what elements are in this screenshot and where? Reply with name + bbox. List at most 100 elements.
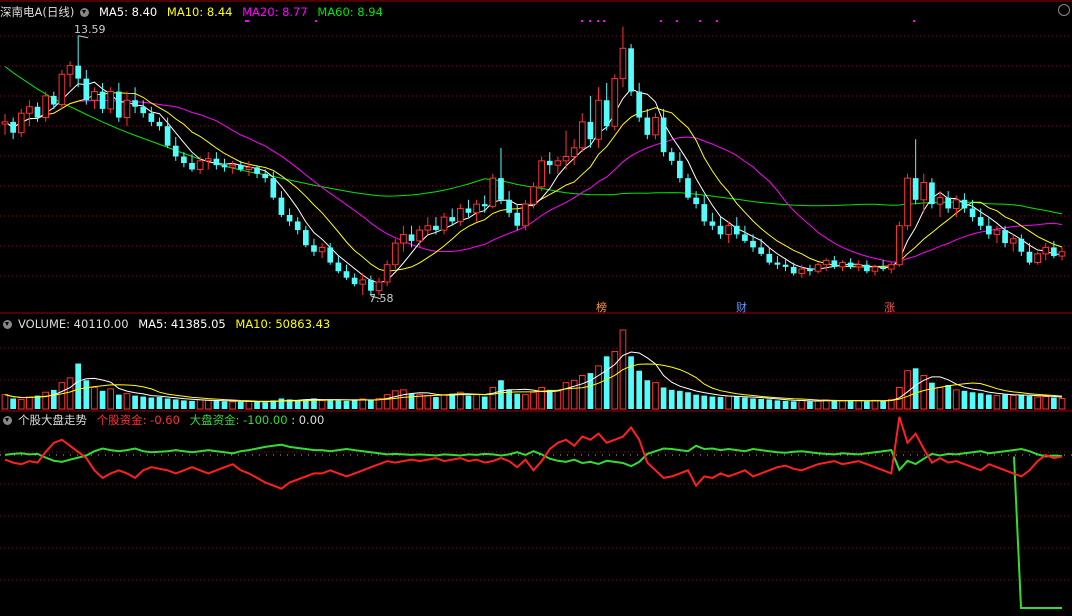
volume-bar bbox=[839, 400, 846, 410]
candle-body bbox=[449, 217, 456, 222]
candle-body bbox=[140, 106, 147, 114]
signal-dot bbox=[913, 20, 915, 22]
signal-dot bbox=[603, 20, 605, 22]
candle-body bbox=[156, 121, 163, 127]
candle-body bbox=[91, 91, 98, 101]
volume-bar bbox=[587, 373, 594, 409]
event-tag-bang[interactable]: 榜 bbox=[594, 301, 609, 314]
zero-label: : 0.00 bbox=[291, 413, 325, 427]
volume-bar bbox=[449, 393, 456, 409]
volume-title: VOLUME: 40110.00 bbox=[18, 317, 129, 331]
volume-bar bbox=[245, 400, 253, 410]
candle-body bbox=[685, 178, 691, 198]
candle-body bbox=[408, 234, 415, 241]
candle-body bbox=[1009, 238, 1017, 244]
stock-fund-label: 个股资金: -0.60 bbox=[96, 413, 180, 427]
volume-bar bbox=[132, 395, 138, 409]
candle-body bbox=[831, 260, 838, 267]
collapse-circle-icon[interactable] bbox=[80, 8, 90, 17]
maximize-icon[interactable] bbox=[1058, 4, 1070, 16]
volume-bar bbox=[562, 382, 570, 410]
event-tag-cai[interactable]: 财 bbox=[734, 301, 749, 314]
candle-body bbox=[26, 106, 33, 114]
volume-bar bbox=[481, 396, 488, 409]
volume-bar bbox=[847, 400, 854, 409]
candle-body bbox=[587, 121, 594, 140]
collapse-circle-icon[interactable] bbox=[3, 320, 12, 329]
candle-body bbox=[181, 156, 187, 163]
candle-body bbox=[896, 225, 903, 266]
volume-bar bbox=[1051, 397, 1057, 409]
candle-body bbox=[294, 221, 301, 231]
candle-body bbox=[717, 225, 724, 235]
volume-bar bbox=[262, 402, 269, 409]
volume-bar bbox=[782, 400, 789, 409]
candle-body bbox=[880, 266, 886, 270]
event-tag-zhang[interactable]: 涨 bbox=[882, 301, 897, 314]
volume-bar bbox=[798, 399, 806, 410]
signal-dot bbox=[597, 20, 599, 22]
volume-bar bbox=[717, 397, 724, 409]
volume-bar bbox=[123, 393, 131, 410]
candle-body bbox=[807, 269, 813, 272]
candle-body bbox=[595, 99, 602, 140]
candle-body bbox=[311, 245, 317, 252]
volume-panel-header: VOLUME: 40110.00 MA5: 41385.05 MA10: 508… bbox=[0, 316, 336, 332]
volume-bar bbox=[1058, 397, 1066, 410]
ma10-line bbox=[4, 92, 1063, 272]
volume-bar bbox=[855, 400, 863, 410]
candle-body bbox=[1042, 246, 1050, 255]
candle-body bbox=[245, 166, 253, 170]
collapse-circle-icon[interactable] bbox=[3, 416, 12, 425]
market-fund-line-a bbox=[4, 443, 1063, 472]
volume-bar bbox=[554, 390, 562, 410]
volume-bar bbox=[58, 382, 66, 410]
candle-body bbox=[1058, 251, 1066, 257]
market-fund-label: 大盘资金: -100.00 bbox=[189, 413, 288, 427]
candle-body bbox=[977, 217, 984, 226]
signal-dot bbox=[245, 20, 247, 22]
candle-body bbox=[742, 234, 748, 241]
candle-body bbox=[440, 216, 448, 231]
candle-body bbox=[570, 147, 578, 158]
volume-bar bbox=[570, 379, 578, 410]
candle-body bbox=[750, 240, 756, 248]
volume-bar bbox=[489, 386, 497, 410]
candle-body bbox=[562, 156, 570, 162]
candle-body bbox=[887, 264, 895, 270]
volume-bar bbox=[750, 398, 756, 409]
volume-bar bbox=[595, 365, 602, 410]
candle-body bbox=[229, 164, 237, 168]
volume-bar bbox=[766, 399, 773, 409]
volume-bar bbox=[50, 389, 57, 409]
volume-bar bbox=[343, 400, 350, 409]
candle-body bbox=[611, 78, 619, 127]
volume-bar bbox=[807, 401, 813, 409]
volume-bar bbox=[603, 356, 610, 409]
candle-body bbox=[790, 266, 797, 274]
candle-body bbox=[871, 266, 879, 272]
candle-body bbox=[17, 112, 25, 134]
volume-bar bbox=[34, 395, 41, 409]
volume-bar bbox=[831, 400, 838, 409]
candle-body bbox=[318, 246, 326, 253]
volume-bar bbox=[391, 390, 399, 410]
volume-bar bbox=[693, 394, 699, 409]
candle-body bbox=[83, 78, 90, 101]
signal-dot bbox=[660, 20, 662, 22]
candle-body bbox=[286, 214, 293, 222]
high-price-label: 13.59 bbox=[74, 23, 106, 36]
candle-body bbox=[189, 163, 195, 170]
candle-body bbox=[725, 225, 732, 235]
volume-bar bbox=[383, 394, 391, 410]
volume-bar bbox=[522, 394, 529, 410]
candle-body bbox=[473, 203, 480, 214]
volume-bar bbox=[578, 374, 586, 410]
volume-bar bbox=[1034, 396, 1041, 410]
candle-body bbox=[424, 225, 432, 231]
volume-bar bbox=[213, 400, 220, 409]
volume-bar bbox=[1018, 394, 1025, 409]
candle-body bbox=[985, 225, 992, 235]
volume-bar bbox=[99, 390, 106, 409]
signal-dot bbox=[699, 20, 701, 22]
